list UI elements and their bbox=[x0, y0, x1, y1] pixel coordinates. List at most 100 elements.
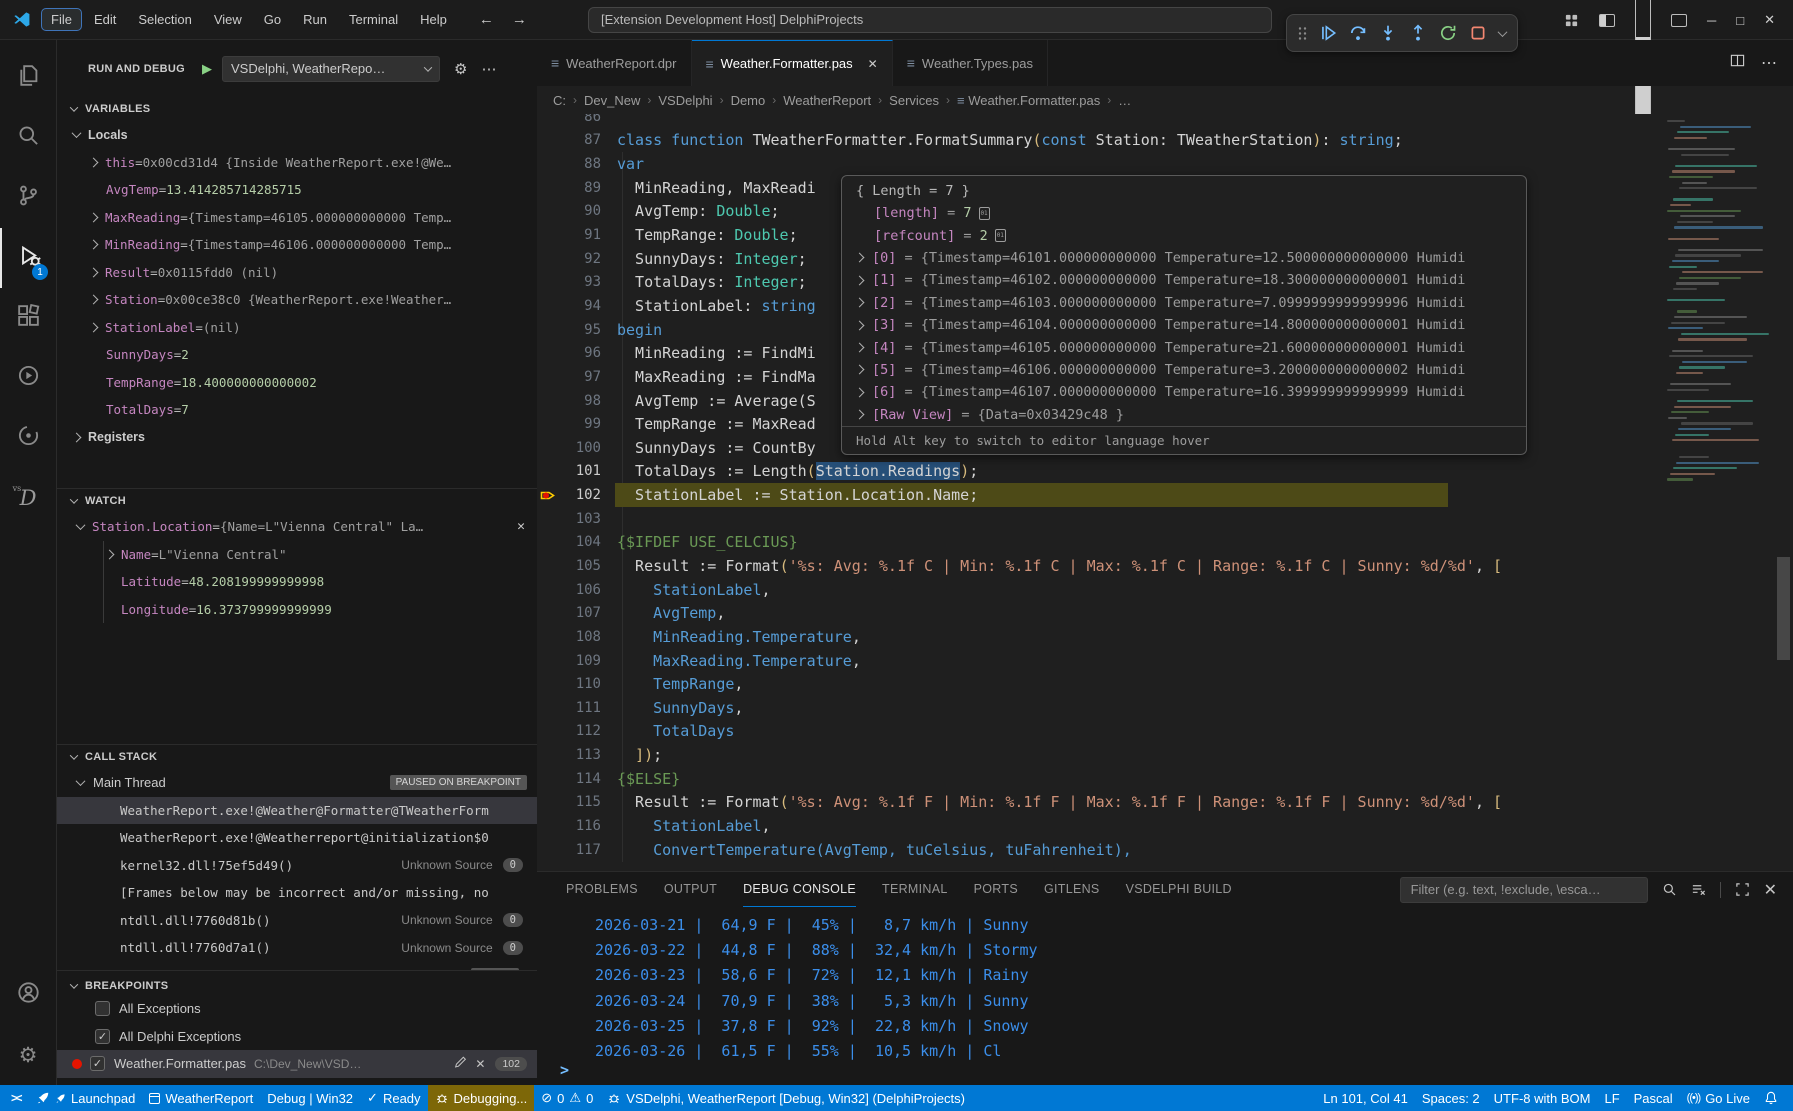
debug-config-select[interactable]: VSDelphi, WeatherRepo… bbox=[222, 56, 440, 82]
breadcrumb-item[interactable]: WeatherReport bbox=[783, 93, 871, 108]
stack-frame[interactable]: ntdll.dll!thread…PAUSED bbox=[57, 962, 537, 971]
variable-row[interactable]: MaxReading = {Timestamp=46105.0000000000… bbox=[57, 204, 537, 232]
status-spaces-2[interactable]: Spaces: 2 bbox=[1415, 1085, 1487, 1111]
menu-view[interactable]: View bbox=[204, 8, 252, 31]
menu-selection[interactable]: Selection bbox=[128, 8, 201, 31]
toolbar-grip[interactable] bbox=[1298, 26, 1307, 41]
status-ln-101-col-41[interactable]: Ln 101, Col 41 bbox=[1316, 1085, 1415, 1111]
activitybar-settings[interactable]: ⚙ bbox=[0, 1025, 56, 1085]
watch-child-row[interactable]: Longitude = 16.373799999999999 bbox=[104, 596, 537, 624]
menu-run[interactable]: Run bbox=[293, 8, 337, 31]
tab-Weather.Types.pas[interactable]: ≡Weather.Types.pas bbox=[893, 40, 1048, 86]
breakpoint-row[interactable]: ✓All Delphi Exceptions bbox=[57, 1023, 537, 1051]
menu-terminal[interactable]: Terminal bbox=[339, 8, 408, 31]
stack-frame[interactable]: ntdll.dll!7760d7a1()Unknown Source0 bbox=[57, 934, 537, 962]
code-line-111[interactable]: 111 SunnyDays, bbox=[537, 696, 1793, 720]
variable-row[interactable]: Result = 0x0115fdd0 (nil) bbox=[57, 259, 537, 287]
code-line-113[interactable]: 113 ]); bbox=[537, 743, 1793, 767]
code-line-103[interactable]: 103 bbox=[537, 507, 1793, 531]
breakpoint-checkbox[interactable]: ✓ bbox=[95, 1029, 110, 1044]
code-line-112[interactable]: 112 TotalDays bbox=[537, 720, 1793, 744]
customize-layout-icon[interactable] bbox=[1564, 13, 1579, 28]
panel-search-icon[interactable] bbox=[1662, 882, 1677, 897]
call-stack-header[interactable]: CALL STACK bbox=[57, 745, 537, 769]
start-debug-icon[interactable]: ▶ bbox=[202, 61, 212, 77]
close-panel-icon[interactable]: ✕ bbox=[1764, 880, 1777, 900]
tab-WeatherReport.dpr[interactable]: ≡WeatherReport.dpr bbox=[537, 40, 692, 86]
watch-expression[interactable]: Station.Location = {Name=L"Vienna Centra… bbox=[57, 513, 537, 541]
status-utf-8-with-bom[interactable]: UTF-8 with BOM bbox=[1487, 1085, 1598, 1111]
forward-icon[interactable]: → bbox=[512, 11, 527, 28]
variable-row[interactable]: StationLabel = (nil) bbox=[57, 314, 537, 342]
activitybar-account[interactable] bbox=[0, 965, 56, 1025]
hover-row[interactable]: [2] = {Timestamp=46103.000000000000 Temp… bbox=[842, 292, 1526, 314]
step-into-button[interactable] bbox=[1379, 24, 1397, 42]
watch-header[interactable]: WATCH bbox=[57, 489, 537, 513]
variable-row[interactable]: SunnyDays = 2 bbox=[57, 341, 537, 369]
step-over-button[interactable] bbox=[1349, 24, 1367, 42]
breakpoint-checkbox[interactable]: ✓ bbox=[90, 1056, 105, 1071]
code-line-105[interactable]: 105 Result := Format('%s: Avg: %.1f C | … bbox=[537, 554, 1793, 578]
menu-go[interactable]: Go bbox=[254, 8, 291, 31]
maximize-panel-icon[interactable] bbox=[1735, 882, 1750, 897]
remote-indicator[interactable]: >< bbox=[0, 1085, 29, 1111]
breakpoint-row[interactable]: ✓Weather.Formatter.pasC:\Dev_New\VSD…✕10… bbox=[57, 1050, 537, 1078]
panel-tab-vsdelphi-build[interactable]: VSDELPHI BUILD bbox=[1126, 872, 1232, 907]
hover-row[interactable]: [Raw View] = {Data=0x03429c48 } bbox=[842, 404, 1526, 426]
console-filter-input[interactable] bbox=[1400, 877, 1648, 903]
status-lf[interactable]: LF bbox=[1597, 1085, 1626, 1111]
locals-group[interactable]: Locals bbox=[57, 121, 537, 149]
variable-row[interactable]: MinReading = {Timestamp=46106.0000000000… bbox=[57, 231, 537, 259]
panel-tab-ports[interactable]: PORTS bbox=[974, 872, 1018, 907]
toolbar-more-icon[interactable] bbox=[1498, 27, 1508, 37]
variable-row[interactable]: AvgTemp = 13.414285714285715 bbox=[57, 176, 537, 204]
panel-tab-terminal[interactable]: TERMINAL bbox=[882, 872, 948, 907]
command-center[interactable]: [Extension Development Host] DelphiProje… bbox=[588, 7, 1272, 33]
activitybar-vsdelphi[interactable]: vsD bbox=[0, 468, 56, 528]
activitybar-run-debug[interactable]: 1 bbox=[0, 228, 56, 288]
notifications-bell-icon[interactable] bbox=[1757, 1085, 1785, 1111]
hover-row[interactable]: [5] = {Timestamp=46106.000000000000 Temp… bbox=[842, 359, 1526, 381]
remove-watch-icon[interactable]: ✕ bbox=[517, 519, 525, 534]
variable-row[interactable]: Station = 0x00ce38c0 {WeatherReport.exe!… bbox=[57, 286, 537, 314]
back-icon[interactable]: ← bbox=[479, 11, 494, 28]
restart-button[interactable] bbox=[1439, 24, 1457, 42]
hover-row[interactable]: [refcount] = 201 bbox=[842, 224, 1526, 246]
tab-Weather.Formatter.pas[interactable]: ≡Weather.Formatter.pas✕ bbox=[692, 40, 893, 86]
breadcrumb-item[interactable]: … bbox=[1118, 93, 1131, 108]
debug-session-item[interactable]: VSDelphi, WeatherReport [Debug, Win32] (… bbox=[600, 1085, 972, 1111]
registers-group[interactable]: Registers bbox=[57, 424, 537, 452]
breadcrumb-item[interactable]: Dev_New bbox=[584, 93, 640, 108]
code-line-109[interactable]: 109 MaxReading.Temperature, bbox=[537, 649, 1793, 673]
launchpad-item[interactable]: Launchpad bbox=[29, 1085, 142, 1111]
variable-row[interactable]: TotalDays = 7 bbox=[57, 396, 537, 424]
editor-more-icon[interactable]: ⋯ bbox=[1761, 53, 1777, 73]
activitybar-extensions[interactable] bbox=[0, 288, 56, 348]
hover-row[interactable]: [0] = {Timestamp=46101.000000000000 Temp… bbox=[842, 247, 1526, 269]
activitybar-test-runner[interactable] bbox=[0, 348, 56, 408]
breakpoint-checkbox[interactable] bbox=[95, 1001, 110, 1016]
code-line-88[interactable]: 88var bbox=[537, 152, 1793, 176]
status-pascal[interactable]: Pascal bbox=[1627, 1085, 1680, 1111]
code-line-115[interactable]: 115 Result := Format('%s: Avg: %.1f F | … bbox=[537, 791, 1793, 815]
hover-row[interactable]: [3] = {Timestamp=46104.000000000000 Temp… bbox=[842, 314, 1526, 336]
breadcrumb-item[interactable]: VSDelphi bbox=[658, 93, 712, 108]
edit-breakpoint-icon[interactable] bbox=[454, 1056, 467, 1072]
breadcrumb-item[interactable]: C: bbox=[553, 93, 566, 108]
breadcrumb-item[interactable]: Demo bbox=[731, 93, 766, 108]
panel-tab-output[interactable]: OUTPUT bbox=[664, 872, 717, 907]
problems-item[interactable]: ⊘ 0 ⚠ 0 bbox=[534, 1085, 600, 1111]
continue-button[interactable] bbox=[1319, 24, 1337, 42]
code-line-107[interactable]: 107 AvgTemp, bbox=[537, 601, 1793, 625]
activitybar-search[interactable] bbox=[0, 108, 56, 168]
code-line-104[interactable]: 104{$IFDEF USE_CELCIUS} bbox=[537, 531, 1793, 555]
build-config-item[interactable]: Debug | Win32 bbox=[260, 1085, 360, 1111]
close-tab-icon[interactable]: ✕ bbox=[868, 57, 878, 71]
code-line-117[interactable]: 117 ConvertTemperature(AvgTemp, tuCelsiu… bbox=[537, 838, 1793, 862]
variable-row[interactable]: this = 0x00cd31d4 {Inside WeatherReport.… bbox=[57, 149, 537, 177]
code-line-87[interactable]: 87class function TWeatherFormatter.Forma… bbox=[537, 129, 1793, 153]
watch-child-row[interactable]: Name = L"Vienna Central" bbox=[104, 541, 537, 569]
stack-frame[interactable]: [Frames below may be incorrect and/or mi… bbox=[57, 879, 537, 907]
editor-scrollbar[interactable] bbox=[1777, 557, 1790, 660]
code-line-101[interactable]: 101 TotalDays := Length(Station.Readings… bbox=[537, 460, 1793, 484]
